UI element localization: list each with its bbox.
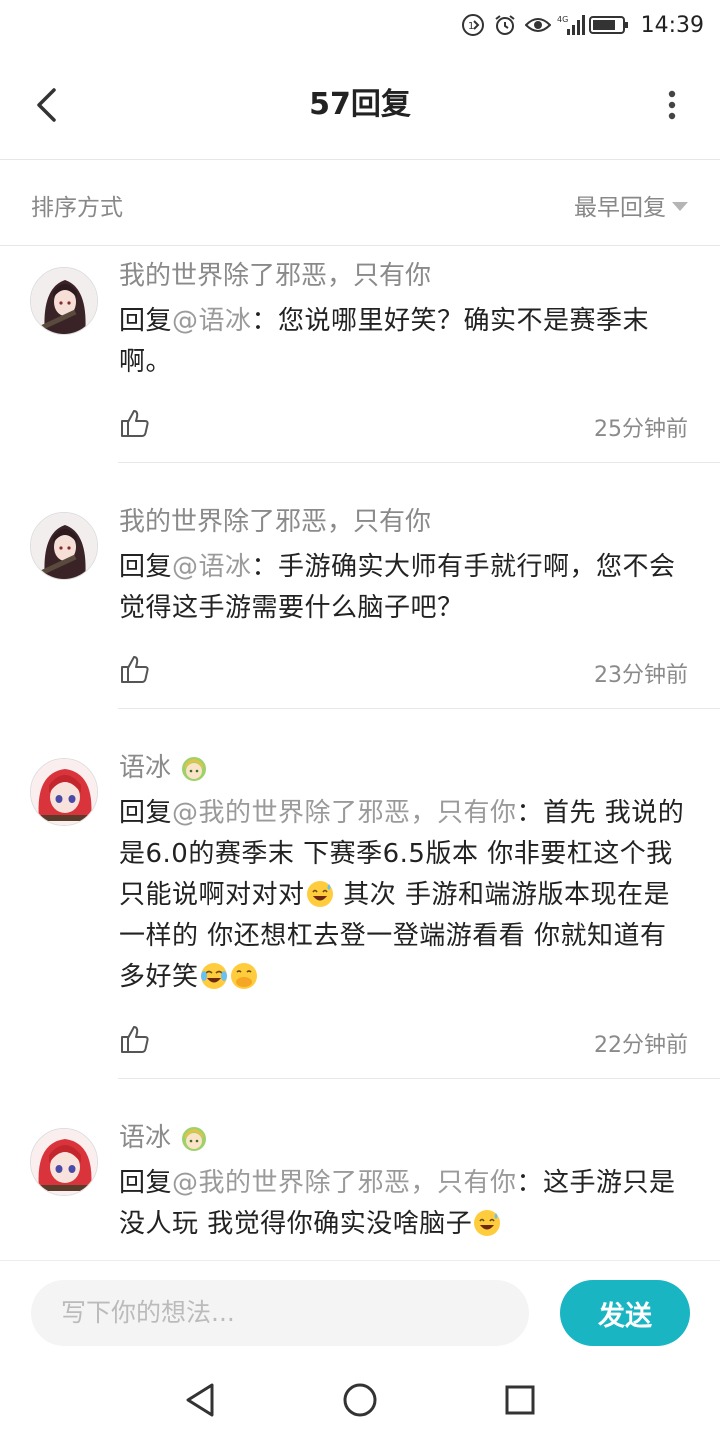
mention-link[interactable]: @我的世界除了邪恶，只有你 — [172, 1168, 517, 1198]
comment-item: 我的世界除了邪恶，只有你 回复@语冰：您说哪里好笑？确实不是赛季末啊。 25分钟… — [0, 247, 720, 463]
comment-author[interactable]: 我的世界除了邪恶，只有你 — [119, 505, 690, 539]
like-button[interactable] — [119, 1023, 153, 1057]
circle-home-icon — [343, 1383, 377, 1417]
comment-item: 我的世界除了邪恶，只有你 回复@语冰：手游确实大师有手就行啊，您不会觉得这手游需… — [0, 463, 720, 709]
triangle-back-icon — [186, 1383, 214, 1417]
avatar[interactable] — [30, 758, 98, 826]
avatar[interactable] — [30, 267, 98, 335]
green-hair-girl-badge-icon — [182, 1127, 207, 1151]
sort-value: 最早回复 — [574, 195, 666, 221]
thumbs-up-icon — [121, 1026, 149, 1053]
reply-prefix: 回复 — [119, 1168, 173, 1198]
like-button[interactable] — [119, 407, 153, 441]
hd-call-icon: 1 — [461, 13, 485, 37]
caret-down-icon — [672, 202, 688, 211]
page-title: 57回复 — [309, 87, 411, 122]
hand-over-mouth-emoji-icon — [230, 963, 257, 989]
comment-input[interactable]: 写下你的想法... — [31, 1280, 529, 1346]
comment-text[interactable]: 回复@我的世界除了邪恶，只有你：这手游只是没人玩 我觉得你确实没啥脑子 — [119, 1163, 690, 1245]
comment-time: 25分钟前 — [594, 417, 688, 442]
reply-prefix: 回复 — [119, 306, 173, 336]
dark-hair-girl-avatar-icon — [31, 268, 97, 334]
comment-text[interactable]: 回复@语冰：您说哪里好笑？确实不是赛季末啊。 — [119, 301, 690, 383]
red-hair-girl-avatar-icon — [31, 759, 97, 825]
sweat-smile-emoji-icon — [306, 881, 333, 907]
comment-text[interactable]: 回复@我的世界除了邪恶，只有你：首先 我说的是6.0的赛季末 下赛季6.5版本 … — [119, 793, 690, 998]
reply-prefix: 回复 — [119, 552, 173, 582]
mention-link[interactable]: @语冰 — [172, 552, 252, 582]
green-hair-girl-badge-icon — [182, 757, 207, 781]
sort-dropdown[interactable]: 最早回复 — [574, 188, 688, 222]
nav-recents-button[interactable] — [500, 1380, 540, 1420]
battery-icon — [588, 13, 629, 37]
reply-prefix: 回复 — [119, 798, 173, 828]
network-type-label: 4G — [557, 15, 568, 24]
eye-icon — [524, 13, 552, 37]
comment-text[interactable]: 回复@语冰：手游确实大师有手就行啊，您不会觉得这手游需要什么脑子吧？ — [119, 547, 690, 629]
sweat-smile-emoji-icon — [474, 1210, 501, 1236]
tears-of-joy-emoji-icon — [200, 963, 227, 989]
mention-link[interactable]: @我的世界除了邪恶，只有你 — [172, 798, 517, 828]
like-button[interactable] — [119, 653, 153, 687]
top-app-bar: 57回复 — [0, 50, 720, 160]
more-options-button[interactable] — [660, 80, 684, 130]
comment-composer: 写下你的想法... 发送 — [0, 1260, 720, 1364]
comment-author[interactable]: 语冰 — [119, 751, 690, 785]
sort-bar: 排序方式 最早回复 — [0, 160, 720, 246]
status-time: 14:39 — [640, 12, 704, 38]
status-icons: 1 4G 14:39 — [461, 10, 704, 40]
svg-text:1: 1 — [468, 21, 474, 32]
red-hair-girl-avatar-icon — [31, 1129, 97, 1195]
comment-author[interactable]: 语冰 — [119, 1121, 690, 1155]
dark-hair-girl-avatar-icon — [31, 513, 97, 579]
alarm-icon — [493, 13, 517, 37]
avatar[interactable] — [30, 512, 98, 580]
comment-list[interactable]: 我的世界除了邪恶，只有你 回复@语冰：您说哪里好笑？确实不是赛季末啊。 25分钟… — [0, 247, 720, 1260]
thumbs-up-icon — [121, 656, 149, 683]
square-recents-icon — [505, 1385, 535, 1415]
avatar[interactable] — [30, 1128, 98, 1196]
nav-home-button[interactable] — [340, 1380, 380, 1420]
comment-item: 语冰 回复@我的世界除了邪恶，只有你：首先 我说的是6.0的赛季末 下赛季6.5… — [0, 709, 720, 1079]
comment-time: 22分钟前 — [594, 1033, 688, 1058]
nav-back-button[interactable] — [180, 1380, 220, 1420]
comment-author[interactable]: 我的世界除了邪恶，只有你 — [119, 259, 690, 293]
signal-icon: 4G — [557, 13, 585, 37]
status-bar: 1 4G 14:39 — [0, 0, 720, 50]
comment-item: 语冰 回复@我的世界除了邪恶，只有你：这手游只是没人玩 我觉得你确实没啥脑子 — [0, 1079, 720, 1260]
comment-time: 23分钟前 — [594, 663, 688, 688]
vertical-dots-icon — [668, 90, 676, 120]
thumbs-up-icon — [121, 410, 149, 437]
send-button[interactable]: 发送 — [560, 1280, 690, 1346]
sort-label: 排序方式 — [31, 195, 123, 221]
system-nav-bar — [0, 1364, 720, 1440]
mention-link[interactable]: @语冰 — [172, 306, 252, 336]
